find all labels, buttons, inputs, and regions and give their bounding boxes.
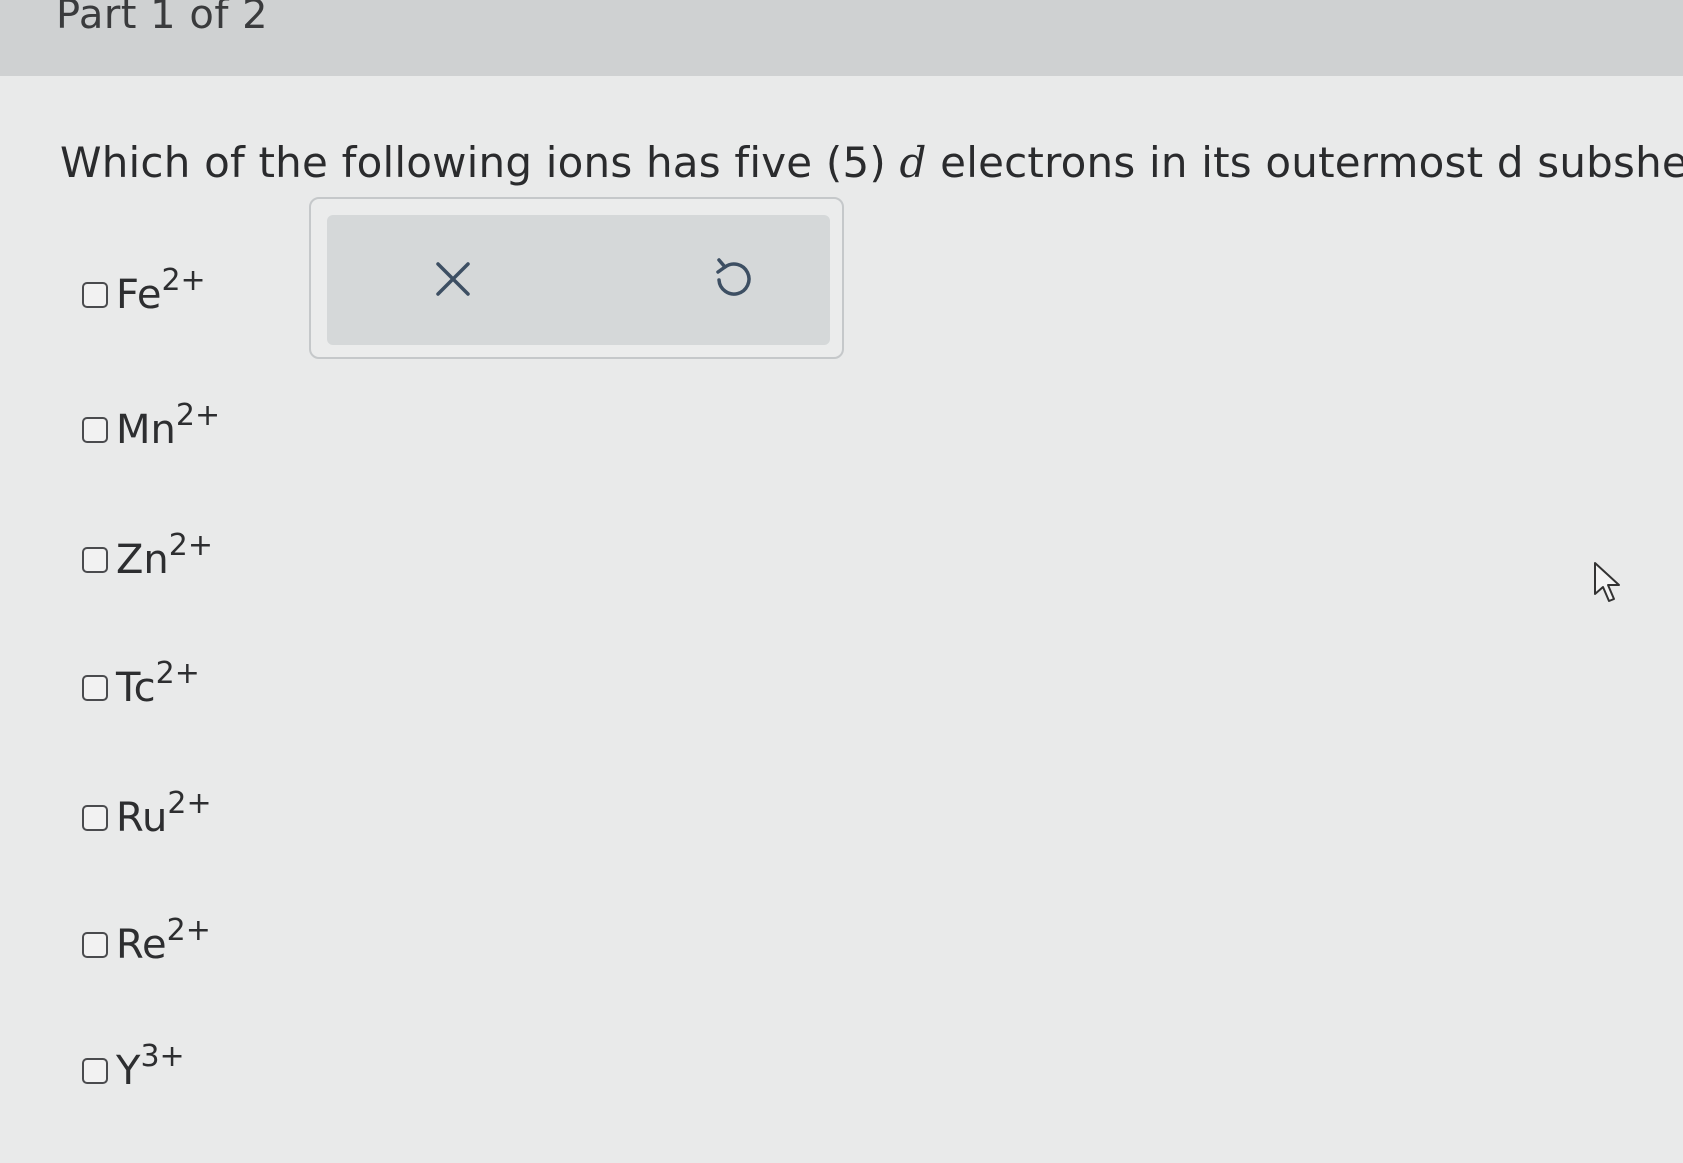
ion-charge: 2+ <box>161 263 206 298</box>
option-fe-2plus[interactable]: Fe2+ <box>82 266 206 319</box>
close-icon <box>436 262 470 296</box>
option-tc-2plus[interactable]: Tc2+ <box>82 659 200 712</box>
option-checkbox[interactable] <box>82 932 108 958</box>
ion-symbol: Fe <box>116 272 162 318</box>
ion-symbol: Tc <box>116 665 156 711</box>
ion-charge: 3+ <box>140 1039 185 1074</box>
option-label: Zn2+ <box>116 531 213 584</box>
part-header: Part 1 of 2 <box>0 0 1683 76</box>
ion-charge: 2+ <box>175 398 221 433</box>
ion-symbol: Mn <box>116 407 176 453</box>
ion-charge: 2+ <box>155 656 200 691</box>
ion-symbol: Y <box>116 1048 141 1094</box>
ion-symbol: Ru <box>116 795 168 841</box>
option-checkbox[interactable] <box>82 805 108 831</box>
option-re-2plus[interactable]: Re2+ <box>82 916 211 969</box>
question-text: Which of the following ions has five (5)… <box>60 138 1683 187</box>
option-checkbox[interactable] <box>82 417 108 443</box>
part-label: Part 1 of 2 <box>56 0 269 38</box>
option-ru-2plus[interactable]: Ru2+ <box>82 789 212 842</box>
undo-icon <box>716 258 751 296</box>
option-checkbox[interactable] <box>82 1058 108 1084</box>
question-italic-d: d <box>899 138 927 187</box>
ion-symbol: Zn <box>116 537 169 583</box>
option-label: Mn2+ <box>116 401 220 454</box>
answer-toolbox-inner <box>327 215 830 345</box>
option-checkbox[interactable] <box>82 547 108 573</box>
option-y-3plus[interactable]: Y3+ <box>82 1042 185 1095</box>
mouse-pointer-icon <box>1594 562 1620 602</box>
option-zn-2plus[interactable]: Zn2+ <box>82 531 213 584</box>
ion-charge: 2+ <box>168 528 213 563</box>
ion-symbol: Re <box>116 922 167 968</box>
option-label: Ru2+ <box>116 789 212 842</box>
option-checkbox[interactable] <box>82 282 108 308</box>
question-text-end: electrons in its outermost d subshell <box>926 138 1683 187</box>
option-checkbox[interactable] <box>82 675 108 701</box>
option-label: Y3+ <box>116 1042 185 1095</box>
ion-charge: 2+ <box>167 786 212 821</box>
clear-button[interactable] <box>423 249 483 309</box>
answer-toolbox <box>309 197 844 359</box>
undo-button[interactable] <box>703 249 763 309</box>
ion-charge: 2+ <box>166 913 211 948</box>
option-label: Re2+ <box>116 916 211 969</box>
option-mn-2plus[interactable]: Mn2+ <box>82 401 220 454</box>
question-text-start: Which of the following ions has five (5) <box>60 138 900 187</box>
option-label: Fe2+ <box>116 266 206 319</box>
option-label: Tc2+ <box>116 659 200 712</box>
